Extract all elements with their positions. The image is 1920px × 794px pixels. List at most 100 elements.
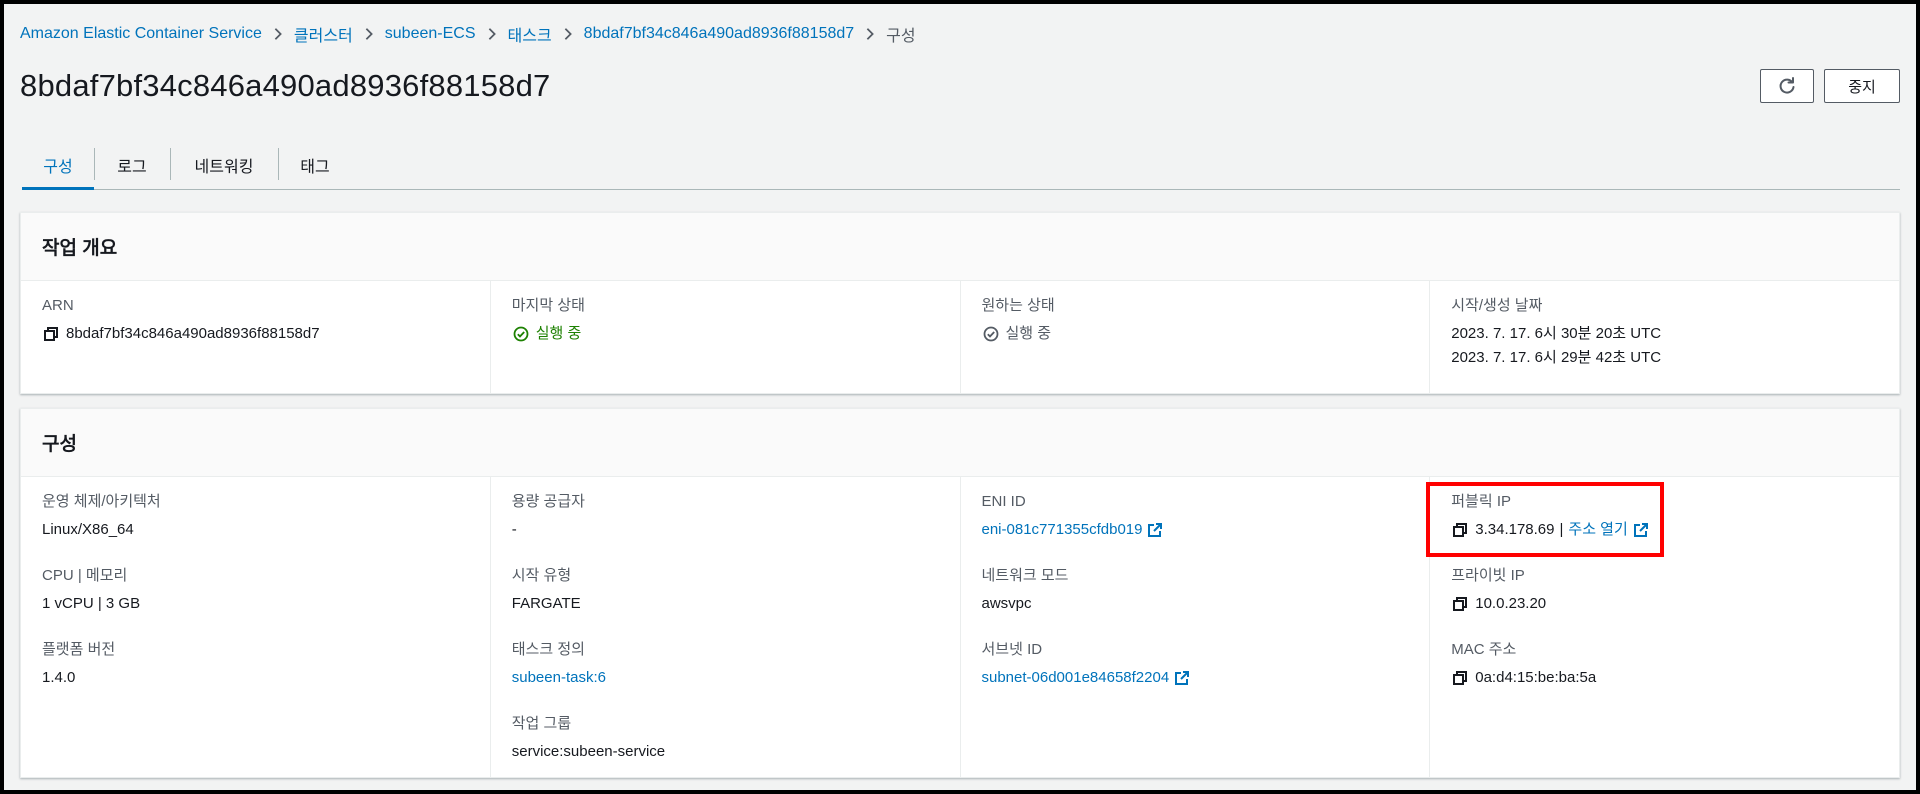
- field-label: 운영 체제/아키텍처: [42, 493, 161, 510]
- breadcrumb-ecs[interactable]: Amazon Elastic Container Service: [20, 25, 262, 43]
- eni-id-link[interactable]: eni-081c771355cfdb019: [982, 519, 1143, 541]
- field-last-status: 마지막 상태 실행 중: [512, 297, 939, 345]
- field-cpu-memory: CPU | 메모리 1 vCPU | 3 GB: [42, 567, 469, 615]
- chevron-right-icon: [476, 27, 508, 41]
- field-platform-version: 플랫폼 버전 1.4.0: [42, 641, 469, 689]
- field-public-ip: 퍼블릭 IP 3.34.178.69 | 주소 열기: [1451, 493, 1878, 541]
- field-value: 10.0.23.20: [1451, 593, 1878, 615]
- field-value: subeen-task:6: [512, 667, 939, 689]
- field-dates: 시작/생성 날짜 2023. 7. 17. 6시 30분 20초 UTC 202…: [1451, 297, 1878, 369]
- field-label: 원하는 상태: [981, 297, 1055, 314]
- task-overview-panel: 작업 개요 ARN 8bdaf7bf34c846a490ad8936f88158…: [20, 212, 1900, 394]
- field-task-group: 작업 그룹 service:subeen-service: [512, 715, 939, 763]
- private-ip-value: 10.0.23.20: [1475, 595, 1547, 612]
- desired-status-value: 실행 중: [1005, 325, 1052, 342]
- tab-list: 구성 로그 네트워킹 태그: [22, 140, 1900, 190]
- page: Amazon Elastic Container Service 클러스터 su…: [4, 4, 1916, 790]
- field-label: 시작/생성 날짜: [1451, 297, 1543, 314]
- config-col-1: 운영 체제/아키텍처 Linux/X86_64 CPU | 메모리 1 vCPU…: [21, 477, 490, 777]
- field-label: MAC 주소: [1451, 641, 1517, 658]
- field-label: 작업 그룹: [511, 715, 572, 732]
- field-mac-address: MAC 주소 0a:d4:15:be:ba:5a: [1451, 641, 1878, 689]
- refresh-icon: [1777, 76, 1797, 96]
- task-definition-link[interactable]: subeen-task:6: [512, 667, 606, 689]
- copy-icon[interactable]: [1451, 595, 1469, 613]
- public-ip-value: 3.34.178.69: [1475, 521, 1555, 538]
- field-label: 시작 유형: [511, 567, 572, 584]
- field-value: awsvpc: [981, 595, 1032, 612]
- field-value: 실행 중: [982, 323, 1409, 345]
- field-value: FARGATE: [511, 595, 581, 612]
- overview-col-3: 원하는 상태 실행 중: [959, 281, 1430, 393]
- breadcrumb-tasks[interactable]: 태스크: [508, 22, 552, 46]
- chevron-right-icon: [854, 27, 886, 41]
- field-value: 2023. 7. 17. 6시 30분 20초 UTC 2023. 7. 17.…: [1451, 323, 1878, 369]
- header-actions: 중지: [1760, 69, 1900, 103]
- field-value: 1.4.0: [42, 669, 76, 686]
- chevron-right-icon: [552, 27, 584, 41]
- separator: |: [1559, 521, 1564, 538]
- chevron-right-icon: [353, 27, 385, 41]
- copy-icon[interactable]: [1451, 669, 1469, 687]
- field-label: ARN: [42, 297, 74, 314]
- config-col-2: 용량 공급자 - 시작 유형 FARGATE 태스크 정의 subeen-tas…: [489, 477, 960, 777]
- field-value: 3.34.178.69 | 주소 열기: [1451, 519, 1878, 541]
- field-label: 프라이빗 IP: [1451, 567, 1525, 584]
- mac-address-value: 0a:d4:15:be:ba:5a: [1475, 669, 1597, 686]
- field-subnet-id: 서브넷 ID subnet-06d001e84658f2204: [982, 641, 1409, 689]
- status-check-icon: [982, 325, 1000, 343]
- field-label: 마지막 상태: [511, 297, 585, 314]
- copy-icon[interactable]: [1451, 521, 1469, 539]
- breadcrumb-task-id[interactable]: 8bdaf7bf34c846a490ad8936f88158d7: [584, 25, 855, 43]
- field-capacity-provider: 용량 공급자 -: [512, 493, 939, 541]
- breadcrumb: Amazon Elastic Container Service 클러스터 su…: [20, 22, 916, 46]
- field-desired-status: 원하는 상태 실행 중: [982, 297, 1409, 345]
- field-launch-type: 시작 유형 FARGATE: [512, 567, 939, 615]
- field-value: 실행 중: [512, 323, 939, 345]
- external-link-icon[interactable]: [1633, 522, 1649, 538]
- open-address-link[interactable]: 주소 열기: [1568, 519, 1627, 541]
- field-value: -: [511, 521, 517, 538]
- breadcrumb-clusters[interactable]: 클러스터: [294, 22, 353, 46]
- arn-value: 8bdaf7bf34c846a490ad8936f88158d7: [66, 325, 320, 342]
- status-success-icon: [512, 325, 530, 343]
- field-label: 용량 공급자: [511, 493, 585, 510]
- panel-heading: 작업 개요: [21, 213, 1899, 281]
- panel-heading: 구성: [21, 409, 1899, 477]
- overview-col-2: 마지막 상태 실행 중: [489, 281, 960, 393]
- overview-col-4: 시작/생성 날짜 2023. 7. 17. 6시 30분 20초 UTC 202…: [1429, 281, 1899, 393]
- tab-configuration[interactable]: 구성: [22, 140, 94, 190]
- tab-tags[interactable]: 태그: [278, 140, 352, 189]
- field-value: eni-081c771355cfdb019: [982, 519, 1409, 541]
- created-at-value: 2023. 7. 17. 6시 29분 42초 UTC: [1451, 349, 1662, 366]
- field-arn: ARN 8bdaf7bf34c846a490ad8936f88158d7: [42, 297, 469, 345]
- field-label: 네트워크 모드: [981, 567, 1069, 584]
- chevron-right-icon: [262, 27, 294, 41]
- tab-networking[interactable]: 네트워킹: [170, 140, 278, 189]
- external-link-icon[interactable]: [1174, 670, 1190, 686]
- field-task-definition: 태스크 정의 subeen-task:6: [512, 641, 939, 689]
- breadcrumb-cluster-name[interactable]: subeen-ECS: [385, 25, 476, 43]
- external-link-icon[interactable]: [1147, 522, 1163, 538]
- field-network-mode: 네트워크 모드 awsvpc: [982, 567, 1409, 615]
- stop-button[interactable]: 중지: [1824, 69, 1900, 103]
- configuration-columns: 운영 체제/아키텍처 Linux/X86_64 CPU | 메모리 1 vCPU…: [21, 477, 1899, 777]
- field-os-arch: 운영 체제/아키텍처 Linux/X86_64: [42, 493, 469, 541]
- config-col-3: ENI ID eni-081c771355cfdb019 네트워크 모드 aws…: [959, 477, 1430, 777]
- field-private-ip: 프라이빗 IP 10.0.23.20: [1451, 567, 1878, 615]
- subnet-id-link[interactable]: subnet-06d001e84658f2204: [982, 667, 1170, 689]
- field-eni-id: ENI ID eni-081c771355cfdb019: [982, 493, 1409, 541]
- field-value: 8bdaf7bf34c846a490ad8936f88158d7: [42, 323, 469, 345]
- field-value: subnet-06d001e84658f2204: [982, 667, 1409, 689]
- started-at-value: 2023. 7. 17. 6시 30분 20초 UTC: [1451, 325, 1662, 342]
- field-label: ENI ID: [981, 493, 1026, 510]
- field-value: service:subeen-service: [511, 743, 666, 760]
- copy-icon[interactable]: [42, 325, 60, 343]
- overview-columns: ARN 8bdaf7bf34c846a490ad8936f88158d7 마지막…: [21, 281, 1899, 393]
- field-label: 서브넷 ID: [981, 641, 1043, 658]
- overview-col-1: ARN 8bdaf7bf34c846a490ad8936f88158d7: [21, 281, 490, 393]
- refresh-button[interactable]: [1760, 69, 1814, 103]
- field-label: CPU | 메모리: [42, 567, 128, 584]
- tab-logs[interactable]: 로그: [94, 140, 170, 189]
- field-value: 0a:d4:15:be:ba:5a: [1451, 667, 1878, 689]
